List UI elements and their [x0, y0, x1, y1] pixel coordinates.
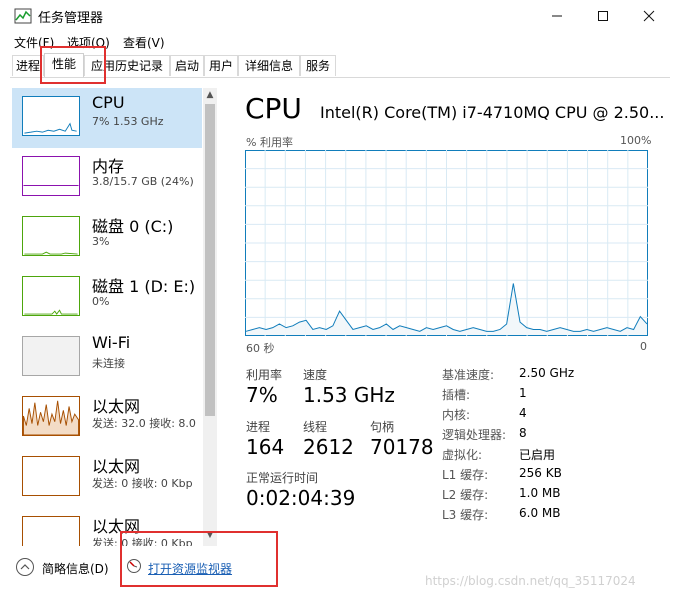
- window-title: 任务管理器: [38, 11, 104, 26]
- uptime-value: 0:02:04:39: [246, 486, 356, 510]
- sidebar-item-subtitle: 3%: [92, 235, 110, 248]
- speed-value: 1.53 GHz: [303, 383, 395, 407]
- sidebar-item-subtitle: 发送: 32.0 接收: 8.0: [92, 417, 196, 430]
- sidebar-item-title: 以太网: [92, 397, 141, 416]
- tab-users[interactable]: 用户: [204, 55, 238, 76]
- sidebar-item-subtitle: 3.8/15.7 GB (24%): [92, 175, 194, 188]
- sidebar-item-subtitle: 7% 1.53 GHz: [92, 115, 164, 128]
- spec-value: 1.0 MB: [519, 486, 561, 500]
- sidebar-item-subtitle: 0%: [92, 295, 110, 308]
- minimize-button[interactable]: [534, 0, 580, 32]
- graph-x-start-label: 60 秒: [246, 342, 275, 355]
- chevron-up-circle-icon: [16, 558, 34, 576]
- sidebar-item-title: 内存: [92, 157, 125, 176]
- scrollbar-thumb[interactable]: [205, 104, 215, 416]
- highlight-box-resource-monitor: [120, 531, 278, 587]
- close-icon: [643, 10, 655, 22]
- graph-x-end-label: 0: [640, 340, 647, 353]
- utilization-value: 7%: [246, 383, 278, 407]
- spec-label: L2 缓存:: [442, 488, 489, 502]
- cpu-model-name: Intel(R) Core(TM) i7-4710MQ CPU @ 2.50..…: [320, 103, 665, 122]
- sidebar-item-subtitle: 未连接: [92, 357, 125, 370]
- resource-list: CPU 7% 1.53 GHz 内存 3.8/15.7 GB (24%) 磁盘 …: [12, 88, 202, 546]
- maximize-icon: [598, 11, 608, 21]
- spec-label: L1 缓存:: [442, 468, 489, 482]
- ethernet-1-thumbnail: [22, 396, 80, 436]
- maximize-button[interactable]: [580, 0, 626, 32]
- wifi-thumbnail: [22, 336, 80, 376]
- spec-label: L3 缓存:: [442, 508, 489, 522]
- watermark-text: https://blog.csdn.net/qq_35117024: [425, 574, 636, 588]
- tab-startup[interactable]: 启动: [170, 55, 204, 76]
- speed-label: 速度: [303, 368, 328, 382]
- tab-details[interactable]: 详细信息: [238, 55, 300, 76]
- processes-label: 进程: [246, 420, 271, 434]
- processes-value: 164: [246, 435, 285, 459]
- tab-services[interactable]: 服务: [300, 55, 336, 76]
- memory-thumbnail: [22, 156, 80, 196]
- graph-y-label: % 利用率: [246, 136, 293, 149]
- fewer-details-label[interactable]: 简略信息(D): [42, 560, 109, 577]
- sidebar-item-disk-0[interactable]: 磁盘 0 (C:) 3%: [12, 208, 202, 268]
- sidebar-item-title: CPU: [92, 93, 125, 112]
- menu-view[interactable]: 查看(V): [123, 34, 165, 51]
- handles-label: 句柄: [370, 420, 395, 434]
- spec-value: 6.0 MB: [519, 506, 561, 520]
- sidebar-item-title: 磁盘 1 (D: E:): [92, 277, 196, 296]
- tab-bar: 进程 性能 应用历史记录 启动 用户 详细信息 服务: [10, 53, 670, 78]
- threads-label: 线程: [303, 420, 328, 434]
- handles-value: 70178: [370, 435, 434, 459]
- sidebar-item-memory[interactable]: 内存 3.8/15.7 GB (24%): [12, 148, 202, 208]
- spec-value: 256 KB: [519, 466, 562, 480]
- spec-label: 内核:: [442, 408, 471, 422]
- sidebar-item-title: Wi-Fi: [92, 333, 131, 352]
- sidebar-item-subtitle: 发送: 0 接收: 0 Kbp: [92, 477, 193, 490]
- sidebar-item-ethernet-2[interactable]: 以太网 发送: 0 接收: 0 Kbp: [12, 448, 202, 508]
- spec-value: 2.50 GHz: [519, 366, 575, 380]
- spec-value: 4: [519, 406, 527, 420]
- ethernet-2-thumbnail: [22, 456, 80, 496]
- sidebar-item-title: 磁盘 0 (C:): [92, 217, 174, 236]
- close-button[interactable]: [626, 0, 672, 32]
- spec-label: 基准速度:: [442, 368, 495, 382]
- disk-0-thumbnail: [22, 216, 80, 256]
- utilization-label: 利用率: [246, 368, 283, 382]
- resource-title: CPU: [245, 92, 302, 125]
- spec-value: 已启用: [519, 448, 556, 462]
- sidebar-item-ethernet-1[interactable]: 以太网 发送: 32.0 接收: 8.0: [12, 388, 202, 448]
- cpu-utilization-graph: [245, 150, 648, 336]
- minimize-icon: [552, 15, 562, 17]
- graph-y-max-label: 100%: [620, 134, 652, 147]
- fewer-details-button[interactable]: [15, 557, 35, 577]
- task-manager-icon: [14, 8, 32, 24]
- sidebar-item-title: 以太网: [92, 457, 141, 476]
- spec-label: 逻辑处理器:: [442, 428, 507, 442]
- spec-label: 插槽:: [442, 388, 471, 402]
- sidebar-item-cpu[interactable]: CPU 7% 1.53 GHz: [12, 88, 202, 148]
- uptime-label: 正常运行时间: [246, 471, 319, 485]
- disk-1-thumbnail: [22, 276, 80, 316]
- spec-value: 1: [519, 386, 527, 400]
- spec-label: 虚拟化:: [442, 448, 483, 462]
- threads-value: 2612: [303, 435, 354, 459]
- spec-value: 8: [519, 426, 527, 440]
- ethernet-3-thumbnail: [22, 516, 80, 546]
- highlight-box-performance-tab: [40, 46, 106, 84]
- sidebar-item-disk-1[interactable]: 磁盘 1 (D: E:) 0%: [12, 268, 202, 328]
- sidebar-item-wifi[interactable]: Wi-Fi 未连接: [12, 328, 202, 388]
- cpu-thumbnail: [22, 96, 80, 136]
- scroll-up-icon[interactable]: ▲: [203, 90, 217, 100]
